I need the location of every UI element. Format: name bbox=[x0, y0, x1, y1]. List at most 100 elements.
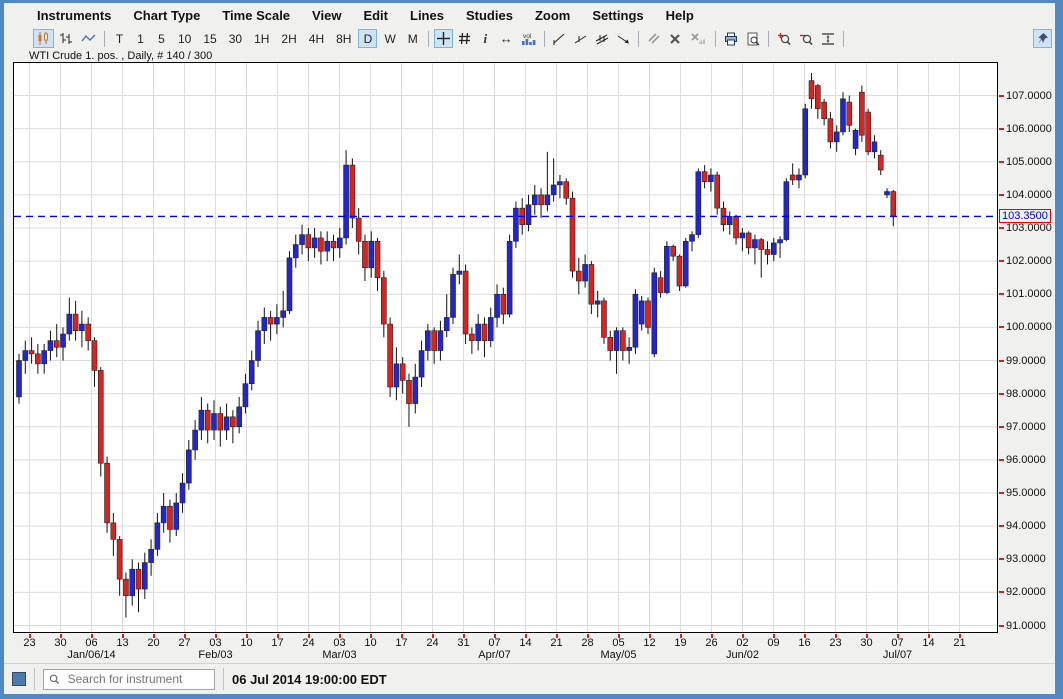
y-axis-label: 94.0000 bbox=[1006, 520, 1046, 532]
print-preview-button[interactable] bbox=[743, 29, 763, 48]
timeframe-1-button[interactable]: 1 bbox=[131, 29, 150, 48]
x-axis-day-label: 21 bbox=[550, 637, 562, 649]
x-axis-day-label: 10 bbox=[240, 637, 252, 649]
instrument-search-box[interactable] bbox=[43, 669, 215, 690]
y-axis-tick bbox=[999, 492, 1004, 494]
volume-button[interactable]: vol bbox=[518, 29, 539, 48]
price-chart-plot[interactable] bbox=[13, 62, 998, 633]
timeframe-5-button[interactable]: 5 bbox=[152, 29, 171, 48]
x-axis-day-label: 13 bbox=[116, 637, 128, 649]
x-axis-day-label: 03 bbox=[333, 637, 345, 649]
zoom-in-button[interactable] bbox=[774, 29, 794, 48]
x-axis-day-label: 24 bbox=[426, 637, 438, 649]
pin-toolbar-button[interactable] bbox=[1033, 29, 1052, 48]
chart-title: WTI Crude 1. pos. , Daily, # 140 / 300 bbox=[4, 50, 1055, 62]
y-axis-tick bbox=[999, 393, 1004, 395]
y-axis-label: 105.0000 bbox=[1006, 156, 1052, 168]
y-axis-label: 91.0000 bbox=[1006, 620, 1046, 632]
delete-line-button[interactable] bbox=[666, 29, 685, 48]
current-datetime: 06 Jul 2014 19:00:00 EDT bbox=[232, 672, 387, 687]
crosshair-button[interactable] bbox=[434, 29, 453, 48]
timeframe-30-button[interactable]: 30 bbox=[224, 29, 247, 48]
x-axis-day-label: 12 bbox=[643, 637, 655, 649]
y-axis-tick bbox=[999, 625, 1004, 627]
channel-tool-button[interactable] bbox=[592, 29, 612, 48]
expand-horizontal-button[interactable]: ↔ bbox=[497, 29, 516, 48]
menu-zoom[interactable]: Zoom bbox=[524, 5, 581, 26]
timeframe-group: T151015301H2H4H8HDWM bbox=[109, 29, 424, 48]
menu-chart-type[interactable]: Chart Type bbox=[122, 5, 211, 26]
menu-help[interactable]: Help bbox=[655, 5, 705, 26]
x-axis-day-label: 30 bbox=[54, 637, 66, 649]
trendline-tool-button[interactable] bbox=[550, 29, 569, 48]
ray-line-tool-button[interactable] bbox=[571, 29, 590, 48]
print-preview-icon bbox=[746, 32, 760, 46]
search-input[interactable] bbox=[66, 671, 209, 687]
menu-lines[interactable]: Lines bbox=[399, 5, 455, 26]
candlestick-chart-button[interactable] bbox=[33, 29, 54, 48]
toolbar-separator bbox=[428, 31, 429, 47]
svg-text:vol: vol bbox=[523, 33, 532, 40]
info-button[interactable]: i bbox=[476, 29, 495, 48]
x-axis-day-label: 03 bbox=[209, 637, 221, 649]
ohlc-bars-button[interactable] bbox=[56, 29, 76, 48]
x-axis-day-label: 07 bbox=[488, 637, 500, 649]
pin-icon bbox=[1036, 32, 1049, 46]
timeframe-15-button[interactable]: 15 bbox=[198, 29, 221, 48]
x-axis-day-label: 05 bbox=[612, 637, 624, 649]
y-axis-tick bbox=[999, 525, 1004, 527]
info-icon: i bbox=[483, 31, 487, 47]
y-axis-tick bbox=[999, 260, 1004, 262]
x-axis-day-label: 17 bbox=[395, 637, 407, 649]
timeframe-w-button[interactable]: W bbox=[379, 29, 400, 48]
menu-view[interactable]: View bbox=[301, 5, 352, 26]
print-button[interactable] bbox=[721, 29, 741, 48]
toolbar: T151015301H2H4H8HDWM i ↔ v bbox=[4, 27, 1055, 50]
arrow-line-tool-button[interactable] bbox=[614, 29, 633, 48]
timeframe-4h-button[interactable]: 4H bbox=[304, 29, 329, 48]
x-axis-day-label: 27 bbox=[178, 637, 190, 649]
timeframe-10-button[interactable]: 10 bbox=[173, 29, 196, 48]
timeframe-m-button[interactable]: M bbox=[403, 29, 423, 48]
zoom-out-icon bbox=[799, 32, 813, 46]
timeframe-t-button[interactable]: T bbox=[110, 29, 129, 48]
candlestick-icon bbox=[36, 31, 51, 46]
statusbar-separator bbox=[223, 668, 224, 690]
delete-all-lines-button[interactable]: all bbox=[687, 29, 710, 48]
workspace-color-button[interactable] bbox=[12, 672, 26, 686]
x-axis-day-label: 26 bbox=[705, 637, 717, 649]
grid-toggle-button[interactable] bbox=[455, 29, 474, 48]
fit-vertical-icon bbox=[821, 32, 835, 46]
time-x-axis[interactable]: 233006Jan/06/1413202703Feb/0310172403Mar… bbox=[13, 633, 998, 663]
timeframe-2h-button[interactable]: 2H bbox=[276, 29, 301, 48]
line-chart-button[interactable] bbox=[78, 29, 99, 48]
timeframe-1h-button[interactable]: 1H bbox=[249, 29, 274, 48]
x-axis-day-label: 30 bbox=[860, 637, 872, 649]
toolbar-separator bbox=[715, 31, 716, 47]
expand-horizontal-icon: ↔ bbox=[500, 31, 513, 46]
timeframe-d-button[interactable]: D bbox=[358, 29, 377, 48]
grid-icon bbox=[458, 32, 471, 45]
fit-vertical-scale-button[interactable] bbox=[818, 29, 838, 48]
menu-edit[interactable]: Edit bbox=[352, 5, 399, 26]
x-axis-month-label: May/05 bbox=[600, 649, 636, 661]
menu-settings[interactable]: Settings bbox=[581, 5, 654, 26]
price-y-axis[interactable]: 103.3500 107.0000106.0000105.0000104.000… bbox=[998, 62, 1055, 633]
y-axis-tick bbox=[999, 459, 1004, 461]
menu-studies[interactable]: Studies bbox=[455, 5, 524, 26]
timeframe-8h-button[interactable]: 8H bbox=[331, 29, 356, 48]
x-axis-day-label: 14 bbox=[922, 637, 934, 649]
y-axis-label: 97.0000 bbox=[1006, 421, 1046, 433]
y-axis-tick bbox=[999, 591, 1004, 593]
x-axis-day-label: 10 bbox=[364, 637, 376, 649]
parallel-lines-button[interactable] bbox=[644, 29, 664, 48]
y-axis-tick bbox=[999, 95, 1004, 97]
menu-instruments[interactable]: Instruments bbox=[26, 5, 122, 26]
menu-time-scale[interactable]: Time Scale bbox=[211, 5, 301, 26]
x-axis-day-label: 14 bbox=[519, 637, 531, 649]
x-axis-month-label: Jun/02 bbox=[726, 649, 759, 661]
zoom-out-button[interactable] bbox=[796, 29, 816, 48]
parallel-lines-icon bbox=[647, 32, 661, 45]
statusbar-separator bbox=[34, 668, 35, 690]
crosshair-icon bbox=[437, 32, 450, 45]
